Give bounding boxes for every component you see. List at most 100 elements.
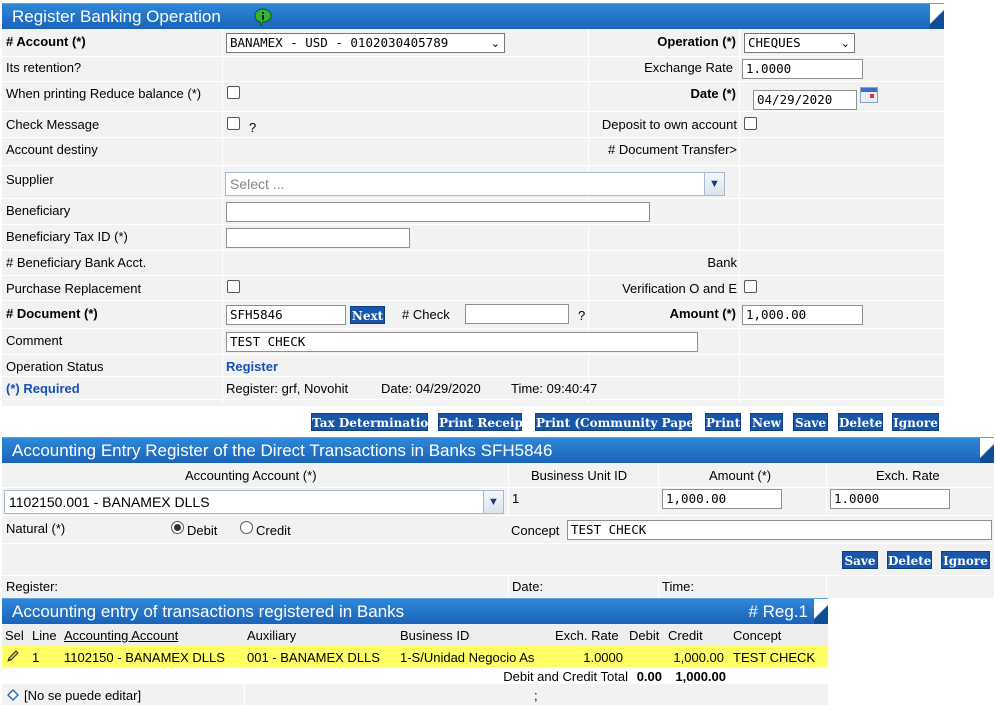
th-auxiliary: Auxiliary: [247, 628, 297, 643]
natural-label: Natural (*): [6, 521, 66, 536]
tax-determination-button[interactable]: Tax Determination: [311, 413, 437, 431]
col-exch-rate: Exch. Rate: [876, 468, 940, 483]
date-label: Date (*): [690, 86, 736, 101]
supplier-placeholder: Select ...: [230, 176, 285, 192]
chevron-down-icon[interactable]: ▼: [704, 173, 724, 195]
row-credit: 1,000.00: [673, 650, 724, 665]
total-debit: 0.00: [636, 669, 662, 684]
entry-amount-input[interactable]: 1,000.00: [662, 489, 782, 509]
print-receipt-button[interactable]: Print Receipt: [438, 413, 528, 431]
th-credit: Credit: [668, 628, 703, 643]
entry-header: Accounting Entry Register of the Direct …: [2, 437, 994, 464]
footer-note: [No se puede editar]: [24, 688, 142, 703]
entry-exch-input[interactable]: 1.0000: [830, 489, 950, 509]
check-label: # Check: [402, 307, 450, 322]
document-label: # Document (*): [6, 306, 98, 321]
next-button[interactable]: Next: [350, 306, 385, 324]
bank-label: Bank: [707, 255, 737, 270]
entry-time-label: Time:: [662, 579, 695, 594]
register-title: Register Banking Operation: [12, 7, 221, 26]
required-note: (*) Required: [6, 381, 80, 396]
supplier-label: Supplier: [6, 172, 54, 187]
deposit-own-checkbox[interactable]: [744, 117, 757, 130]
verification-checkbox[interactable]: [744, 280, 757, 293]
purchase-replacement-label: Purchase Replacement: [6, 281, 142, 296]
entry-bu-value: 1: [512, 491, 520, 506]
delete-button[interactable]: Delete: [838, 413, 883, 431]
calendar-icon[interactable]: [860, 87, 878, 103]
info-bubble-icon[interactable]: [254, 8, 272, 27]
th-line: Line: [32, 628, 57, 643]
diamond-icon: [6, 688, 20, 702]
reg-count: # Reg.1: [748, 602, 808, 621]
th-concept: Concept: [733, 628, 782, 643]
debit-radio[interactable]: [171, 521, 184, 534]
concept-input[interactable]: TEST CHECK: [567, 520, 992, 540]
beneficiary-input[interactable]: [226, 202, 650, 222]
ignore-button[interactable]: Ignore: [892, 413, 939, 431]
footer-sep: ;: [534, 688, 538, 703]
operation-select-value: CHEQUES: [748, 35, 801, 50]
entry-save-button[interactable]: Save: [842, 551, 878, 569]
purchase-replacement-checkbox[interactable]: [227, 280, 240, 293]
check-help[interactable]: ?: [578, 308, 585, 324]
reduce-balance-label: When printing Reduce balance (*): [6, 86, 202, 101]
entry-ignore-button[interactable]: Ignore: [941, 551, 990, 569]
beneficiary-tax-input[interactable]: [226, 228, 410, 248]
amount-input[interactable]: 1,000.00: [742, 305, 863, 325]
check-message-help[interactable]: ?: [249, 120, 256, 136]
th-sel: Sel: [5, 628, 24, 643]
row-auxiliary: 001 - BANAMEX DLLS: [247, 650, 380, 665]
date-info: Date: 04/29/2020: [381, 381, 481, 396]
exchange-rate-input[interactable]: 1.0000: [742, 59, 863, 79]
credit-radio[interactable]: [240, 521, 253, 534]
account-label: # Account (*): [6, 34, 86, 49]
print-community-paper-button[interactable]: Print (Community Paper): [535, 413, 706, 431]
comment-label: Comment: [6, 333, 63, 348]
check-message-checkbox[interactable]: [227, 117, 240, 130]
entry-account-combobox[interactable]: 1102150.001 - BANAMEX DLLS ▼: [4, 490, 504, 514]
deposit-own-label: Deposit to own account: [601, 117, 737, 132]
verification-label: Verification O and E: [622, 281, 737, 296]
col-accounting-account: Accounting Account (*): [185, 468, 317, 483]
date-input[interactable]: 04/29/2020: [753, 90, 857, 110]
pencil-icon[interactable]: [6, 649, 20, 663]
supplier-combobox[interactable]: Select ... ▼: [225, 172, 725, 196]
check-input[interactable]: [465, 304, 569, 324]
col-amount: Amount (*): [709, 468, 772, 483]
entry-title: Accounting Entry Register of the Direct …: [12, 441, 553, 460]
bank-acct-label: # Beneficiary Bank Acct.: [6, 255, 147, 270]
comment-input[interactable]: TEST CHECK: [226, 332, 698, 352]
entry-account-value: 1102150.001 - BANAMEX DLLS: [9, 494, 210, 510]
account-select[interactable]: BANAMEX - USD - 0102030405789 ⌄: [226, 33, 505, 53]
status-value: Register: [226, 359, 279, 374]
row-account: 1102150 - BANAMEX DLLS: [64, 650, 225, 665]
save-button[interactable]: Save: [793, 413, 828, 431]
row-concept: TEST CHECK: [733, 650, 816, 665]
register-info: Register: grf, Novohit: [226, 381, 349, 396]
th-accounting-account[interactable]: Accounting Account: [64, 628, 178, 644]
row-line: 1: [32, 650, 40, 665]
status-label: Operation Status: [6, 359, 104, 374]
entry-delete-button[interactable]: Delete: [887, 551, 932, 569]
list-title: Accounting entry of transactions registe…: [12, 602, 405, 621]
document-input[interactable]: SFH5846: [226, 305, 346, 325]
total-credit: 1,000.00: [675, 669, 726, 684]
reduce-balance-checkbox[interactable]: [227, 86, 240, 99]
account-select-value: BANAMEX - USD - 0102030405789: [230, 35, 449, 50]
register-header: Register Banking Operation: [2, 3, 944, 30]
operation-select[interactable]: CHEQUES ⌄: [744, 33, 855, 53]
retention-label: Its retention?: [6, 60, 82, 75]
credit-label: Credit: [256, 523, 291, 538]
debit-label: Debit: [187, 523, 218, 538]
document-transfer-label: # Document Transfer>: [608, 142, 737, 157]
entry-date-label: Date:: [512, 579, 544, 594]
print-button[interactable]: Print: [705, 413, 741, 431]
new-button[interactable]: New: [750, 413, 783, 431]
amount-label: Amount (*): [669, 306, 736, 321]
chevron-down-icon: ⌄: [490, 37, 500, 50]
totals-label: Debit and Credit Total: [503, 669, 628, 684]
row-exch: 1.0000: [583, 650, 623, 665]
chevron-down-icon[interactable]: ▼: [483, 491, 503, 513]
th-exch-rate: Exch. Rate: [555, 628, 619, 643]
